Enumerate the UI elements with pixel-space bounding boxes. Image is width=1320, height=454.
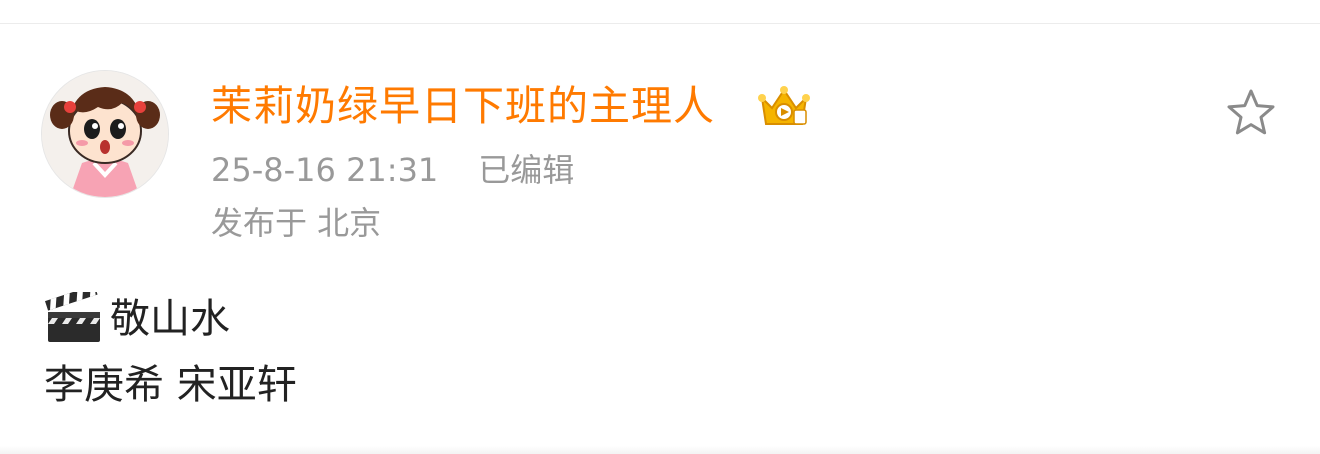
post-location: 发布于 北京 [211, 204, 382, 242]
star-outline-icon [1227, 89, 1275, 135]
avatar[interactable] [41, 70, 169, 198]
content-line-2-text: 李庚希 宋亚轩 [44, 362, 297, 408]
author-name[interactable]: 茉莉奶绿早日下班的主理人 [211, 80, 715, 132]
cartoon-girl-avatar-icon [42, 71, 168, 197]
favorite-star-button[interactable] [1224, 86, 1278, 140]
crown-badge-icon[interactable] [756, 84, 812, 130]
post-meta: 25-8-16 21:31 已编辑 [211, 148, 574, 192]
post-content: 敬山水 李庚希 宋亚轩 [44, 285, 297, 418]
content-line-1-text: 敬山水 [110, 296, 230, 342]
weibo-post-card: 茉莉奶绿早日下班的主理人 25-8-16 21:31 已编辑 发布于 北京 敬山… [0, 24, 1320, 446]
bottom-divider [0, 446, 1320, 454]
content-line-1: 敬山水 [44, 285, 297, 352]
content-line-2: 李庚希 宋亚轩 [44, 352, 297, 418]
post-timestamp: 25-8-16 21:31 [211, 151, 439, 189]
edited-label[interactable]: 已编辑 [478, 151, 574, 189]
clapper-board-icon [44, 285, 104, 346]
